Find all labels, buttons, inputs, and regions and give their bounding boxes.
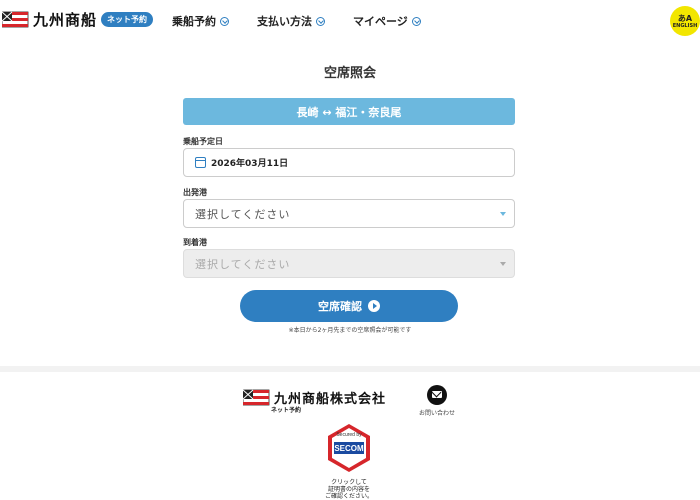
site-logo[interactable]: 九州商船 ネット予約 <box>2 9 154 30</box>
secom-note: クリックして 証明書の内容を ご確認ください。 <box>324 479 374 500</box>
date-label: 乗船予定日 <box>183 137 223 146</box>
english-label: ENGLISH <box>672 22 698 29</box>
nav-item-payment-methods[interactable]: 支払い方法 <box>257 13 325 29</box>
nav-item-label: マイページ <box>353 15 408 28</box>
check-availability-label: 空席確認 <box>318 300 362 313</box>
nav-item-label: 支払い方法 <box>257 15 312 28</box>
chevron-down-icon <box>220 16 229 26</box>
logo-text: 九州商船 <box>33 11 98 29</box>
footer-subtitle: ネット予約 <box>271 407 302 414</box>
site-header: 九州商船 ネット予約 乗船予約 支払い方法 マイページ あA ENGLISH <box>0 0 700 42</box>
availability-note: ※本日から2ヶ月先までの空席照会が可能です <box>288 327 412 334</box>
date-value: 2026年03月11日 <box>211 159 289 169</box>
date-field[interactable]: 2026年03月11日 <box>183 148 515 177</box>
secom-note-line: 証明書の内容を <box>327 486 370 493</box>
departure-port-select[interactable]: 選択してください <box>183 199 515 228</box>
caret-down-icon <box>500 262 506 266</box>
contact-link[interactable]: お問い合わせ <box>417 385 457 417</box>
flag-icon <box>243 389 270 405</box>
secom-secured-text: Secured by <box>336 432 362 438</box>
nav-item-mypage[interactable]: マイページ <box>353 13 421 29</box>
nav-item-boarding-reservation[interactable]: 乗船予約 <box>172 13 229 29</box>
secom-note-line: ご確認ください。 <box>324 493 373 500</box>
chevron-down-icon <box>316 16 325 26</box>
calendar-icon <box>195 157 206 168</box>
play-circle-icon <box>368 300 380 312</box>
net-reservation-badge: ネット予約 <box>101 12 154 27</box>
arrival-placeholder: 選択してください <box>195 257 291 271</box>
secom-brand-text: SECOM <box>334 444 364 453</box>
arrival-label: 到着港 <box>183 238 207 247</box>
departure-placeholder: 選択してください <box>195 207 291 221</box>
secom-seal[interactable]: Secured by SECOM クリックして 証明書の内容を ご確認ください。 <box>324 422 374 500</box>
mail-icon <box>427 385 447 405</box>
footer-divider <box>0 366 700 372</box>
nav-item-label: 乗船予約 <box>172 15 216 28</box>
arrival-port-select[interactable]: 選択してください <box>183 249 515 278</box>
secom-note-line: クリックして <box>331 479 367 486</box>
english-language-button[interactable]: あA ENGLISH <box>670 6 700 36</box>
chevron-down-icon <box>411 16 421 26</box>
main-nav: 乗船予約 支払い方法 マイページ <box>172 13 449 29</box>
footer-logo[interactable]: 九州商船株式会社 <box>243 388 386 407</box>
flag-icon <box>2 11 29 27</box>
caret-down-icon <box>500 212 506 216</box>
departure-label: 出発港 <box>183 188 207 197</box>
contact-label: お問い合わせ <box>418 410 455 417</box>
page-title: 空席照会 <box>323 66 376 81</box>
language-icon: あA <box>677 13 693 23</box>
check-availability-button[interactable]: 空席確認 <box>240 290 458 322</box>
route-bar: 長崎 ↔ 福江・奈良尾 <box>183 98 515 125</box>
secom-shield-icon: Secured by SECOM <box>328 424 370 472</box>
